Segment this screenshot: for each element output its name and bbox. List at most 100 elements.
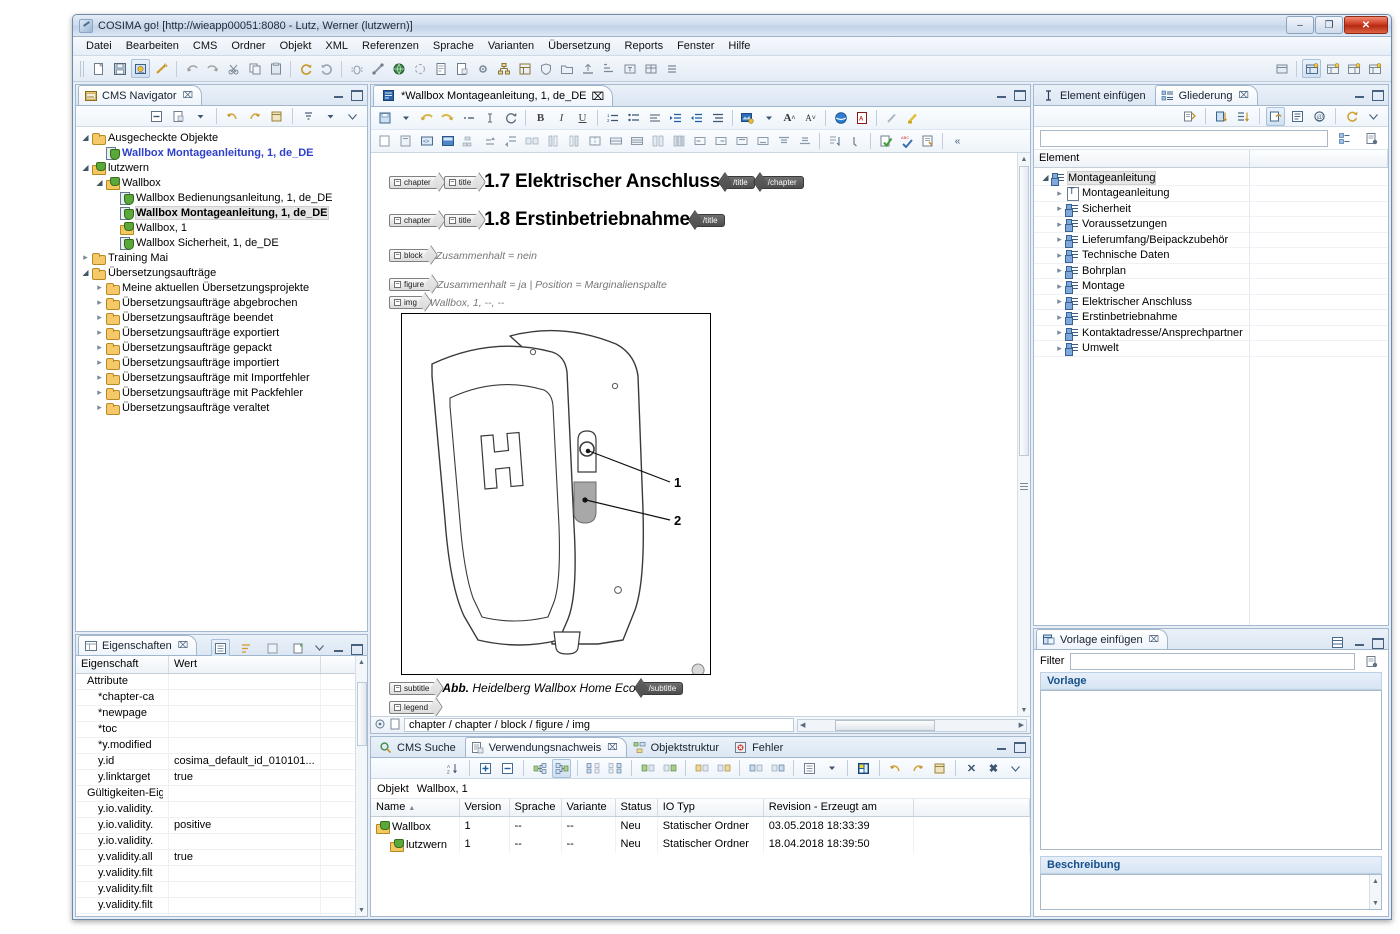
link-icon[interactable]: [368, 59, 387, 78]
outline-item[interactable]: Montageanleitung: [1034, 171, 1388, 187]
redo-arrow-icon[interactable]: [203, 59, 222, 78]
properties-editor-icon[interactable]: [918, 132, 937, 151]
chevron-down-icon-bp[interactable]: [822, 759, 841, 778]
minimize-view-icon[interactable]: [332, 643, 345, 654]
menu-hilfe[interactable]: Hilfe: [721, 38, 757, 54]
properties-row[interactable]: y.validity.alltrue: [76, 849, 367, 865]
cell-align-bottom-icon[interactable]: [753, 132, 772, 151]
chevron-down-icon-2[interactable]: [321, 107, 340, 126]
menu-ordner[interactable]: Ordner: [224, 38, 272, 54]
properties-scrollbar[interactable]: ▲ ▼: [355, 656, 367, 916]
open-perspective-icon[interactable]: [1272, 59, 1291, 78]
back-icon[interactable]: [223, 107, 242, 126]
expand-arrow-icon[interactable]: [94, 372, 105, 383]
template-layout-icon[interactable]: [1328, 633, 1347, 652]
outline-item[interactable]: Erstinbetriebnahme: [1034, 310, 1388, 326]
col-sprache[interactable]: Sprache: [509, 799, 561, 816]
expand-arrow-icon[interactable]: [1054, 296, 1065, 307]
source-view-icon[interactable]: <>: [417, 132, 436, 151]
textbox-icon[interactable]: [620, 59, 639, 78]
preview-pdf-icon[interactable]: A: [852, 109, 871, 128]
outline-filter-input[interactable]: [1040, 130, 1328, 147]
expand-arrow-icon[interactable]: [1054, 312, 1065, 323]
breadcrumb-mode-icon[interactable]: [374, 718, 386, 732]
cell-align-top-icon[interactable]: [732, 132, 751, 151]
outline-insert-after-icon[interactable]: [1234, 107, 1253, 126]
tab-cms-suche[interactable]: CMS Suche: [373, 737, 465, 757]
bug-icon[interactable]: [347, 59, 366, 78]
perspective-other-icon[interactable]: [1365, 59, 1384, 78]
vorlage-list[interactable]: [1040, 690, 1382, 850]
shield-icon[interactable]: [536, 59, 555, 78]
merge-cells-icon[interactable]: [585, 132, 604, 151]
expand-arrow-icon[interactable]: [94, 402, 105, 413]
bold-icon[interactable]: B: [531, 109, 550, 128]
split-vertical-icon[interactable]: [648, 132, 667, 151]
checkout-icon[interactable]: [152, 59, 171, 78]
collapse-all-icon[interactable]: [147, 107, 166, 126]
properties-table[interactable]: Eigenschaft Wert Attribute*chapter-ca*ne…: [76, 656, 367, 916]
reload-icon[interactable]: [501, 109, 520, 128]
objekt-value[interactable]: Wallbox, 1: [417, 783, 468, 795]
minimize-button[interactable]: –: [1286, 16, 1314, 34]
col-variante[interactable]: Variante: [561, 799, 615, 816]
marker-icon[interactable]: [903, 109, 922, 128]
forward-nav-icon[interactable]: [908, 759, 927, 778]
tag-img-open[interactable]: −img: [389, 296, 426, 309]
expand-arrow-icon[interactable]: [94, 312, 105, 323]
refs-grid2-icon[interactable]: [606, 759, 625, 778]
structure-icon[interactable]: [459, 132, 478, 151]
cell-align-right-icon[interactable]: [711, 132, 730, 151]
edit-element-icon[interactable]: [396, 132, 415, 151]
collapse-all-icon[interactable]: [498, 759, 517, 778]
expand-arrow-icon[interactable]: [94, 282, 105, 293]
properties-row[interactable]: *newpage: [76, 705, 367, 721]
minimize-view-icon[interactable]: [332, 89, 345, 100]
view-menu-icon[interactable]: [314, 643, 327, 654]
scroll-up-icon[interactable]: ▲: [1370, 875, 1381, 887]
split-vertical2-icon[interactable]: [669, 132, 688, 151]
refs-yellow2-icon[interactable]: [714, 759, 733, 778]
report-icon[interactable]: [431, 59, 450, 78]
show-outgoing-refs-icon[interactable]: [552, 759, 571, 778]
link-with-editor-icon[interactable]: [169, 107, 188, 126]
menu-fenster[interactable]: Fenster: [670, 38, 721, 54]
insert-column-right-icon[interactable]: [564, 132, 583, 151]
property-value[interactable]: [169, 833, 321, 849]
editor-horizontal-scrollbar[interactable]: ◀ ▶: [797, 719, 1027, 732]
menu-objekt[interactable]: Objekt: [273, 38, 319, 54]
col-wert[interactable]: Wert: [169, 656, 321, 673]
menu-cms[interactable]: CMS: [186, 38, 224, 54]
perspective-cms-icon[interactable]: [1302, 59, 1321, 78]
perspective-editor-icon[interactable]: [1323, 59, 1342, 78]
expand-arrow-icon[interactable]: [94, 178, 105, 187]
subtitle-text[interactable]: Abb. Heidelberg Wallbox Home Eco: [442, 681, 635, 695]
outline-item[interactable]: Umwelt: [1034, 341, 1388, 357]
col-eigenschaft[interactable]: Eigenschaft: [76, 656, 169, 673]
close-icon[interactable]: ⌧: [178, 640, 188, 651]
insert-image-icon[interactable]: [738, 109, 757, 128]
scroll-up-icon[interactable]: ▲: [356, 656, 367, 668]
outline-item[interactable]: Elektrischer Anschluss: [1034, 295, 1388, 311]
heading-text-1[interactable]: 1.7 Elektrischer Anschluss: [484, 171, 720, 193]
properties-row[interactable]: y.linktargettrue: [76, 769, 367, 785]
usage-table[interactable]: Name ▲ Version Sprache Variante Status I…: [371, 799, 1030, 853]
close-icon[interactable]: ⌧: [1149, 634, 1159, 645]
tree-item[interactable]: Wallbox: [80, 175, 367, 190]
menu-referenzen[interactable]: Referenzen: [355, 38, 426, 54]
outline-item[interactable]: Voraussetzungen: [1034, 217, 1388, 233]
save-editor-icon[interactable]: [375, 109, 394, 128]
expand-arrow-icon[interactable]: [1054, 234, 1065, 245]
tag-chapter-open-2[interactable]: −chapter: [389, 214, 440, 227]
verwendungsnachweis-body[interactable]: Name ▲ Version Sprache Variante Status I…: [371, 799, 1030, 916]
col-version[interactable]: Version: [459, 799, 509, 816]
tree-item[interactable]: Meine aktuellen Übersetzungsprojekte: [80, 280, 367, 295]
property-value[interactable]: [169, 897, 321, 913]
tree-item[interactable]: Übersetzungsaufträge mit Importfehler: [80, 370, 367, 385]
copy-branch-icon[interactable]: [245, 59, 264, 78]
tree-item[interactable]: Training Mai: [80, 250, 367, 265]
outline-refresh-icon[interactable]: [1342, 107, 1361, 126]
outline-item[interactable]: Sicherheit: [1034, 202, 1388, 218]
maximize-view-icon[interactable]: [350, 643, 363, 654]
toolbar-overflow-icon[interactable]: «: [948, 132, 967, 151]
